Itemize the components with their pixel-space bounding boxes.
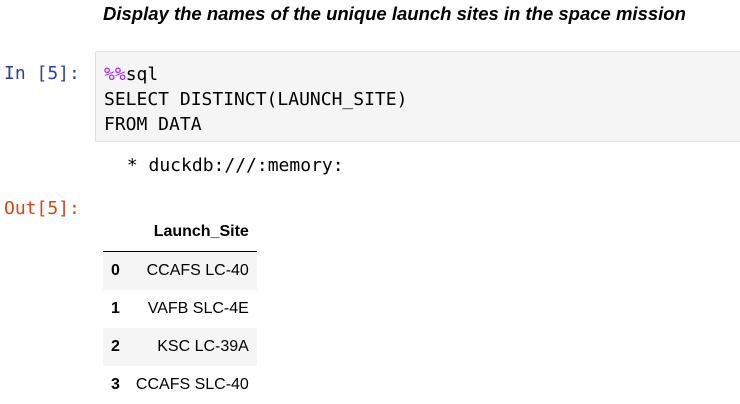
markdown-heading: Display the names of the unique launch s… — [103, 3, 686, 24]
launch-site-cell: CCAFS LC-40 — [146, 262, 249, 279]
row-index: 0 — [111, 262, 120, 279]
index-header — [103, 213, 128, 252]
column-header-launch-site: Launch_Site — [127, 213, 257, 252]
code-line-1: %%sql — [104, 64, 158, 85]
table-row: 0 CCAFS LC-40 — [103, 251, 257, 290]
cell-magic: %% — [104, 64, 126, 85]
table-header-row: Launch_Site — [103, 213, 257, 252]
launch-site-cell: KSC LC-39A — [157, 338, 249, 355]
launch-site-cell: VAFB SLC-4E — [147, 300, 249, 317]
code-line-2: SELECT DISTINCT(LAUNCH_SITE) — [104, 89, 408, 110]
table-row: 2 KSC LC-39A — [103, 328, 257, 366]
input-prompt: In [5]: — [4, 63, 80, 84]
row-index: 1 — [111, 300, 120, 317]
output-prompt: Out[5]: — [4, 198, 80, 219]
dataframe-table: Launch_Site 0 CCAFS LC-40 1 VAFB SLC-4E … — [103, 213, 257, 404]
stream-output: * duckdb:///:memory: — [116, 155, 344, 176]
cell-magic-name: sql — [125, 64, 159, 85]
code-line-3: FROM DATA — [104, 114, 202, 135]
table-row: 3 CCAFS SLC-40 — [103, 366, 257, 404]
code-cell-editor[interactable]: %%sql SELECT DISTINCT(LAUNCH_SITE) FROM … — [95, 51, 740, 142]
row-index: 3 — [111, 376, 120, 393]
table-row: 1 VAFB SLC-4E — [103, 290, 257, 328]
launch-site-cell: CCAFS SLC-40 — [135, 376, 249, 393]
row-index: 2 — [111, 338, 120, 355]
